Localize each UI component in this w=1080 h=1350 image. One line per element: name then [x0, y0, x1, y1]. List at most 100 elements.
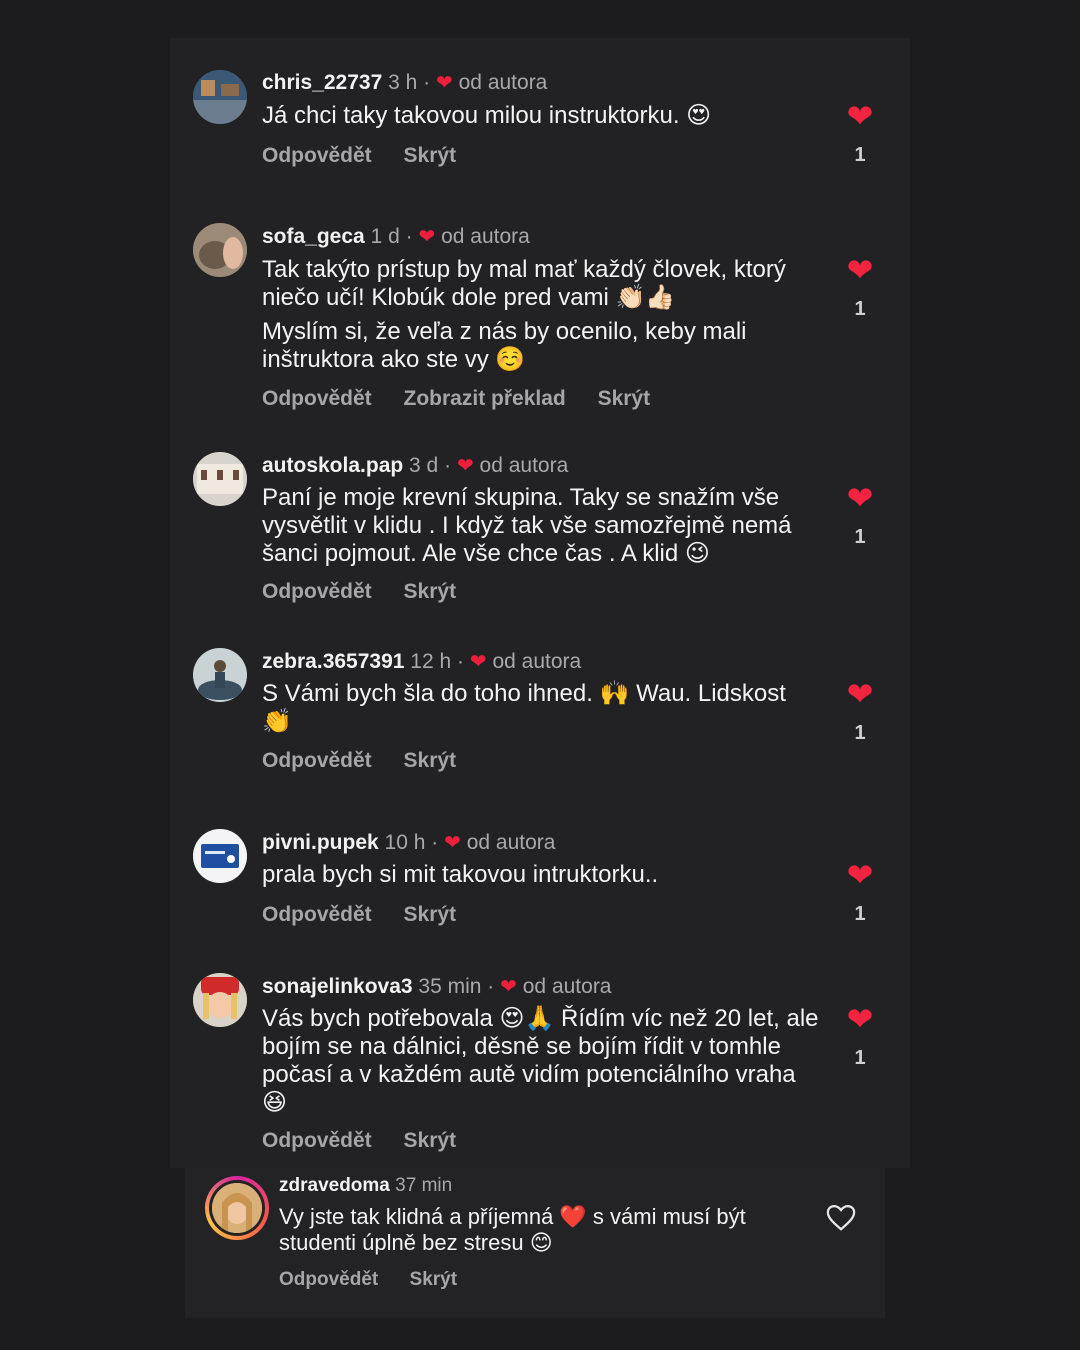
heart-filled-icon[interactable]: ❤ — [845, 254, 875, 286]
avatar[interactable] — [193, 648, 247, 702]
author-like-label: od autora — [522, 975, 612, 998]
avatar[interactable] — [193, 973, 247, 1027]
reply-actions: Odpovědět Skrýt — [279, 1269, 483, 1291]
heart-filled-icon[interactable]: ❤ — [845, 859, 875, 891]
separator: · — [423, 71, 431, 94]
username[interactable]: sonajelinkova3 — [262, 975, 413, 998]
comment-header: autoskola.pap 3 d · ❤ od autora — [262, 453, 568, 478]
comment-text: S Vámi bych šla do toho ihned. 🙌 Wau. Li… — [262, 680, 822, 736]
timestamp: 1 d — [370, 225, 400, 248]
separator: · — [457, 650, 465, 673]
reply-button[interactable]: Odpovědět — [262, 144, 372, 167]
translate-button[interactable]: Zobrazit překlad — [404, 387, 566, 410]
like-button[interactable]: ❤ 1 — [845, 254, 875, 320]
heart-small-icon: ❤ — [456, 455, 474, 477]
hide-button[interactable]: Skrýt — [598, 387, 651, 410]
comment-text: Paní je moje krevní skupina. Taky se sna… — [262, 484, 822, 568]
comment-actions: Odpovědět Skrýt — [262, 580, 482, 604]
reply-text: Vy jste tak klidná a příjemná ❤️ s vámi … — [279, 1204, 794, 1256]
comment-header: sonajelinkova3 35 min · ❤ od autora — [262, 974, 612, 999]
like-button[interactable]: ❤ 1 — [845, 1003, 875, 1069]
comment-line: Tak takýto prístup by mal mať každý člov… — [262, 256, 786, 311]
like-button[interactable]: ❤ 1 — [845, 859, 875, 925]
heart-filled-icon[interactable]: ❤ — [845, 482, 875, 514]
timestamp: 12 h — [410, 650, 452, 673]
like-count: 1 — [854, 526, 866, 548]
heart-filled-icon[interactable]: ❤ — [845, 1003, 875, 1035]
comment-actions: Odpovědět Zobrazit překlad Skrýt — [262, 387, 676, 411]
avatar-border — [209, 1180, 265, 1236]
author-like-label: od autora — [458, 71, 548, 94]
comment-header: zebra.3657391 12 h · ❤ od autora — [262, 649, 581, 674]
like-count: 1 — [854, 903, 866, 925]
author-like-label: od autora — [492, 650, 582, 673]
hide-button[interactable]: Skrýt — [404, 580, 457, 603]
comment-text: prala bych si mit takovou intruktorku.. — [262, 861, 822, 889]
author-like-label: od autora — [466, 831, 556, 854]
username[interactable]: chris_22737 — [262, 71, 382, 94]
heart-small-icon: ❤ — [436, 72, 453, 94]
heart-filled-icon[interactable]: ❤ — [845, 100, 875, 132]
separator: · — [444, 454, 452, 477]
hide-button[interactable]: Skrýt — [410, 1269, 458, 1290]
username[interactable]: pivni.pupek — [262, 831, 379, 854]
heart-small-icon: ❤ — [418, 226, 436, 248]
comment-actions: Odpovědět Skrýt — [262, 1129, 482, 1153]
separator: · — [487, 975, 495, 998]
username[interactable]: autoskola.pap — [262, 454, 403, 477]
like-count: 1 — [854, 1047, 866, 1069]
comment-header: chris_22737 3 h · ❤ od autora — [262, 70, 547, 95]
heart-filled-icon[interactable]: ❤ — [845, 678, 875, 710]
hide-button[interactable]: Skrýt — [404, 903, 457, 926]
comment-actions: Odpovědět Skrýt — [262, 903, 482, 927]
avatar[interactable] — [193, 829, 247, 883]
avatar[interactable] — [212, 1183, 262, 1233]
like-button[interactable]: ❤ 1 — [845, 678, 875, 744]
comment-text: Tak takýto prístup by mal mať každý člov… — [262, 256, 822, 374]
comment-line: Vás bych potřebovala 😍🙏 Řídím víc než 20… — [262, 1005, 819, 1116]
heart-small-icon: ❤ — [500, 976, 517, 998]
comment-text: Já chci taky takovou milou instruktorku.… — [262, 102, 822, 130]
heart-small-icon: ❤ — [469, 651, 487, 673]
separator: · — [431, 831, 439, 854]
reply-button[interactable]: Odpovědět — [262, 1129, 372, 1152]
hide-button[interactable]: Skrýt — [404, 1129, 457, 1152]
reply-button[interactable]: Odpovědět — [262, 580, 372, 603]
heart-small-icon: ❤ — [444, 832, 461, 854]
username[interactable]: zebra.3657391 — [262, 650, 404, 673]
like-count: 1 — [854, 298, 866, 320]
author-like-label: od autora — [479, 454, 569, 477]
username[interactable]: zdravedoma — [279, 1175, 390, 1196]
reply-button[interactable]: Odpovědět — [262, 387, 372, 410]
heart-outline-icon[interactable] — [826, 1204, 856, 1232]
story-ring-avatar[interactable] — [205, 1176, 269, 1240]
avatar[interactable] — [193, 452, 247, 506]
hide-button[interactable]: Skrýt — [404, 749, 457, 772]
comment-actions: Odpovědět Skrýt — [262, 144, 482, 168]
comment-actions: Odpovědět Skrýt — [262, 749, 482, 773]
avatar[interactable] — [193, 223, 247, 277]
reply-button[interactable]: Odpovědět — [262, 749, 372, 772]
reply-button[interactable]: Odpovědět — [262, 903, 372, 926]
like-button[interactable]: ❤ 1 — [845, 482, 875, 548]
reply-line: Vy jste tak klidná a příjemná ❤️ s vámi … — [279, 1204, 746, 1255]
reply-button[interactable]: Odpovědět — [279, 1269, 378, 1290]
timestamp: 37 min — [395, 1175, 453, 1196]
timestamp: 3 d — [409, 454, 439, 477]
comment-line: S Vámi bych šla do toho ihned. 🙌 Wau. Li… — [262, 680, 786, 735]
reply-header: zdravedoma 37 min — [279, 1175, 452, 1197]
comment-header: sofa_geca 1 d · ❤ od autora — [262, 224, 530, 249]
like-count: 1 — [854, 722, 866, 744]
comment-line: Já chci taky takovou milou instruktorku.… — [262, 102, 712, 129]
author-like-label: od autora — [441, 225, 530, 248]
timestamp: 3 h — [388, 71, 418, 94]
comment-line: Myslím si, že veľa z nás by ocenilo, keb… — [262, 318, 747, 373]
hide-button[interactable]: Skrýt — [404, 144, 457, 167]
comment-line: prala bych si mit takovou intruktorku.. — [262, 861, 659, 888]
username[interactable]: sofa_geca — [262, 225, 365, 248]
avatar[interactable] — [193, 70, 247, 124]
comment-line: Paní je moje krevní skupina. Taky se sna… — [262, 484, 792, 567]
comment-header: pivni.pupek 10 h · ❤ od autora — [262, 830, 555, 855]
timestamp: 10 h — [384, 831, 426, 854]
like-button[interactable]: ❤ 1 — [845, 100, 875, 166]
